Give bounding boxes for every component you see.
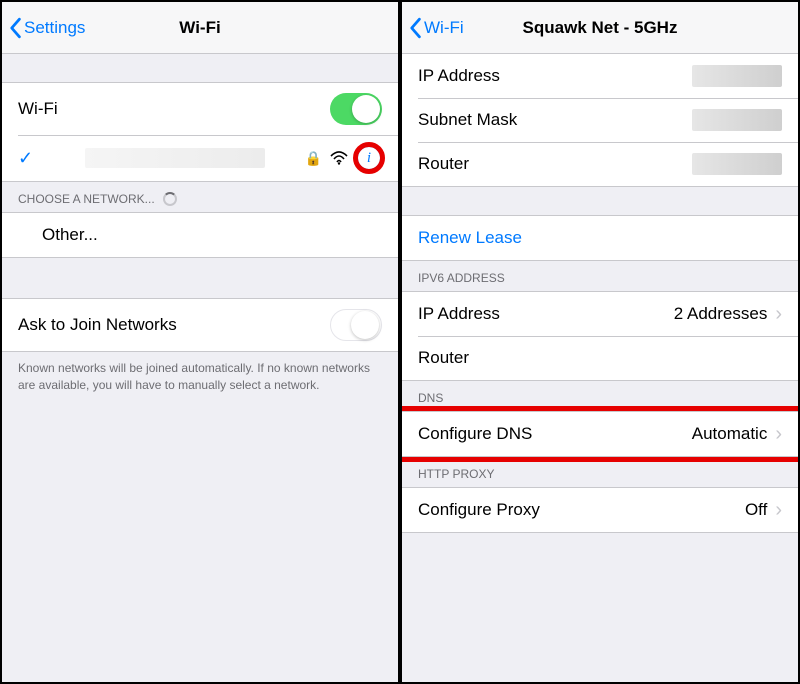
other-network-row[interactable]: Other... — [2, 213, 398, 257]
router-label: Router — [418, 154, 692, 174]
network-detail-panel: Wi-Fi Squawk Net - 5GHz IP Address Subne… — [400, 0, 800, 684]
chevron-right-icon: › — [775, 303, 782, 326]
spinner-icon — [163, 192, 177, 206]
ip-address-value-redacted — [692, 65, 782, 87]
subnet-mask-value-redacted — [692, 109, 782, 131]
lock-icon: 🔒 — [305, 150, 322, 167]
ipv6-ip-address-value: 2 Addresses — [674, 304, 768, 324]
chevron-left-icon — [8, 17, 22, 39]
router-value-redacted — [692, 153, 782, 175]
back-label: Settings — [24, 18, 85, 38]
network-name-redacted — [85, 148, 265, 168]
configure-dns-row[interactable]: Configure DNS Automatic › — [402, 412, 798, 456]
router-row: Router — [402, 142, 798, 186]
choose-network-label: CHOOSE A NETWORK... — [18, 192, 155, 206]
renew-lease-label: Renew Lease — [418, 228, 782, 248]
chevron-right-icon: › — [775, 423, 782, 446]
network-info-button[interactable]: i — [356, 145, 382, 171]
wifi-toggle-row[interactable]: Wi-Fi — [2, 83, 398, 135]
subnet-mask-row: Subnet Mask — [402, 98, 798, 142]
ipv6-router-row[interactable]: Router — [402, 336, 798, 380]
ask-to-join-label: Ask to Join Networks — [18, 315, 330, 335]
ask-to-join-toggle[interactable] — [330, 309, 382, 341]
configure-dns-value: Automatic — [692, 424, 768, 444]
ipv6-ip-address-label: IP Address — [418, 304, 674, 324]
dns-header: DNS — [402, 381, 798, 411]
wifi-toggle-label: Wi-Fi — [18, 99, 330, 119]
configure-proxy-row[interactable]: Configure Proxy Off › — [402, 488, 798, 532]
back-label: Wi-Fi — [424, 18, 464, 38]
connected-network-row[interactable]: ✓ 🔒 i — [2, 135, 398, 181]
page-title: Wi-Fi — [179, 18, 220, 38]
http-proxy-header: HTTP PROXY — [402, 457, 798, 487]
wifi-icon — [330, 151, 348, 165]
configure-dns-label: Configure DNS — [418, 424, 692, 444]
checkmark-icon: ✓ — [18, 148, 33, 169]
nav-bar: Settings Wi-Fi — [2, 2, 398, 54]
ipv6-header: IPV6 ADDRESS — [402, 261, 798, 291]
ip-address-label: IP Address — [418, 66, 692, 86]
choose-network-header: CHOOSE A NETWORK... — [2, 182, 398, 212]
ip-address-row: IP Address — [402, 54, 798, 98]
ipv6-router-label: Router — [418, 348, 782, 368]
subnet-mask-label: Subnet Mask — [418, 110, 692, 130]
configure-proxy-value: Off — [745, 500, 767, 520]
back-button[interactable]: Wi-Fi — [408, 17, 464, 39]
page-title: Squawk Net - 5GHz — [523, 18, 678, 38]
ipv6-ip-address-row[interactable]: IP Address 2 Addresses › — [402, 292, 798, 336]
wifi-toggle[interactable] — [330, 93, 382, 125]
renew-lease-row[interactable]: Renew Lease — [402, 216, 798, 260]
back-button[interactable]: Settings — [8, 17, 85, 39]
nav-bar: Wi-Fi Squawk Net - 5GHz — [402, 2, 798, 54]
ask-to-join-row[interactable]: Ask to Join Networks — [2, 299, 398, 351]
chevron-right-icon: › — [775, 499, 782, 522]
configure-proxy-label: Configure Proxy — [418, 500, 745, 520]
other-label: Other... — [18, 225, 382, 245]
wifi-settings-panel: Settings Wi-Fi Wi-Fi ✓ 🔒 i CHO — [0, 0, 400, 684]
ask-to-join-note: Known networks will be joined automatica… — [2, 352, 398, 402]
chevron-left-icon — [408, 17, 422, 39]
wifi-toggle-group: Wi-Fi ✓ 🔒 i — [2, 82, 398, 182]
